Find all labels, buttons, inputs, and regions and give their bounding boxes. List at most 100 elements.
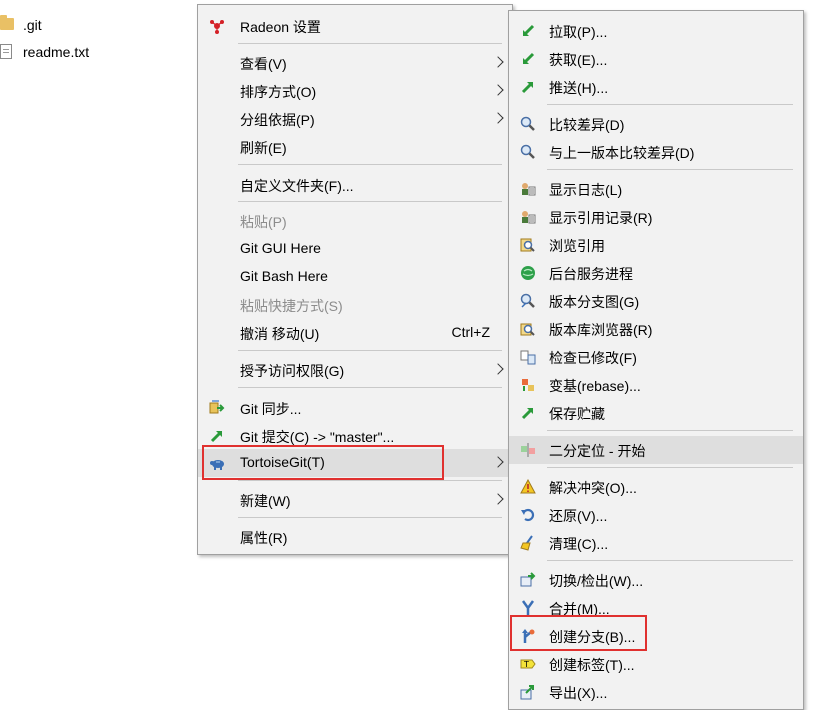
menu-item-label: Git 同步... bbox=[240, 401, 302, 417]
menu-item-sort-by[interactable]: 排序方式(O) bbox=[198, 77, 512, 105]
menu-item-revision-graph[interactable]: 版本分支图(G) bbox=[509, 287, 803, 315]
chevron-right-icon bbox=[492, 56, 504, 68]
chevron-right-icon bbox=[492, 112, 504, 124]
menu-separator bbox=[547, 169, 793, 170]
menu-item-label: 切换/检出(W)... bbox=[549, 573, 644, 589]
menu-item-undo-move[interactable]: 撤消 移动(U) Ctrl+Z bbox=[198, 319, 512, 347]
menu-item-label: 查看(V) bbox=[240, 56, 287, 72]
menu-separator bbox=[238, 387, 502, 388]
menu-item-label: 检查已修改(F) bbox=[549, 350, 637, 366]
menu-item-label: Git 提交(C) -> "master"... bbox=[240, 429, 395, 445]
show-log-icon bbox=[520, 181, 536, 197]
menu-item-label: 清理(C)... bbox=[549, 536, 609, 552]
menu-item-label: 解决冲突(O)... bbox=[549, 480, 637, 496]
menu-item-repo-browser[interactable]: 版本库浏览器(R) bbox=[509, 315, 803, 343]
revision-graph-icon bbox=[520, 293, 536, 309]
menu-item-fetch[interactable]: 获取(E)... bbox=[509, 45, 803, 73]
diff-previous-icon bbox=[520, 144, 536, 160]
diff-icon bbox=[520, 116, 536, 132]
tortoisegit-submenu: 拉取(P)... 获取(E)... 推送(H)... 比较差异(D) 与上一版本… bbox=[508, 10, 804, 710]
menu-item-refresh[interactable]: 刷新(E) bbox=[198, 133, 512, 161]
menu-separator bbox=[547, 104, 793, 105]
menu-item-radeon-settings[interactable]: Radeon 设置 bbox=[198, 12, 512, 40]
menu-separator bbox=[238, 164, 502, 165]
menu-item-customize-folder[interactable]: 自定义文件夹(F)... bbox=[198, 171, 512, 199]
chevron-right-icon bbox=[492, 493, 504, 505]
menu-item-check-modifications[interactable]: 检查已修改(F) bbox=[509, 343, 803, 371]
chevron-right-icon bbox=[492, 84, 504, 96]
revert-icon bbox=[520, 507, 536, 523]
text-file-icon bbox=[0, 44, 14, 60]
menu-item-stash-save[interactable]: 保存贮藏 bbox=[509, 399, 803, 427]
menu-separator bbox=[238, 480, 502, 481]
menu-item-label: 变基(rebase)... bbox=[549, 378, 641, 394]
menu-separator bbox=[238, 350, 502, 351]
menu-item-give-access[interactable]: 授予访问权限(G) bbox=[198, 356, 512, 384]
menu-item-git-gui-here[interactable]: Git GUI Here bbox=[198, 235, 512, 263]
menu-item-reflog[interactable]: 显示引用记录(R) bbox=[509, 203, 803, 231]
menu-item-daemon[interactable]: 后台服务进程 bbox=[509, 259, 803, 287]
menu-item-shortcut: Ctrl+Z bbox=[451, 324, 491, 340]
stash-save-icon bbox=[520, 405, 536, 421]
svg-text:T: T bbox=[523, 660, 529, 669]
file-item-readme[interactable]: readme.txt bbox=[0, 40, 89, 64]
menu-item-switch-checkout[interactable]: 切换/检出(W)... bbox=[509, 566, 803, 594]
file-name: readme.txt bbox=[23, 44, 90, 60]
push-icon bbox=[520, 79, 536, 95]
chevron-right-icon bbox=[492, 363, 504, 375]
create-tag-icon: T bbox=[520, 656, 536, 672]
menu-item-label: 刷新(E) bbox=[240, 140, 287, 156]
menu-item-cleanup[interactable]: 清理(C)... bbox=[509, 529, 803, 557]
repo-browser-icon bbox=[520, 321, 536, 337]
menu-item-show-log[interactable]: 显示日志(L) bbox=[509, 175, 803, 203]
menu-item-label: 与上一版本比较差异(D) bbox=[549, 145, 695, 161]
menu-item-label: 分组依据(P) bbox=[240, 112, 315, 128]
menu-item-label: Radeon 设置 bbox=[240, 19, 321, 35]
menu-item-bisect-start[interactable]: 二分定位 - 开始 bbox=[509, 436, 803, 464]
menu-item-label: 属性(R) bbox=[240, 530, 288, 546]
menu-item-paste-shortcut: 粘贴快捷方式(S) bbox=[198, 291, 512, 319]
menu-separator bbox=[238, 43, 502, 44]
menu-item-label: 新建(W) bbox=[240, 493, 291, 509]
annotation-box-create-branch bbox=[510, 615, 647, 651]
menu-item-view[interactable]: 查看(V) bbox=[198, 49, 512, 77]
menu-item-label: 还原(V)... bbox=[549, 508, 608, 524]
browse-references-icon bbox=[520, 237, 536, 253]
menu-item-pull[interactable]: 拉取(P)... bbox=[509, 17, 803, 45]
menu-item-label: 后台服务进程 bbox=[549, 266, 633, 282]
menu-item-label: 保存贮藏 bbox=[549, 406, 605, 422]
rebase-icon bbox=[520, 377, 536, 393]
menu-item-resolve[interactable]: 解决冲突(O)... bbox=[509, 473, 803, 501]
menu-item-label: 撤消 移动(U) bbox=[240, 326, 320, 342]
menu-item-diff[interactable]: 比较差异(D) bbox=[509, 110, 803, 138]
menu-item-label: 排序方式(O) bbox=[240, 84, 317, 100]
menu-item-label: 授予访问权限(G) bbox=[240, 363, 345, 379]
menu-item-diff-previous[interactable]: 与上一版本比较差异(D) bbox=[509, 138, 803, 166]
pull-icon bbox=[520, 23, 536, 39]
menu-item-new[interactable]: 新建(W) bbox=[198, 486, 512, 514]
folder-icon bbox=[0, 15, 14, 33]
cleanup-icon bbox=[520, 535, 536, 551]
radeon-icon bbox=[209, 18, 225, 34]
menu-separator bbox=[547, 430, 793, 431]
file-item-git-folder[interactable]: .git bbox=[0, 13, 42, 37]
menu-item-git-sync[interactable]: Git 同步... bbox=[198, 394, 512, 422]
menu-item-group-by[interactable]: 分组依据(P) bbox=[198, 105, 512, 133]
menu-item-create-tag[interactable]: T 创建标签(T)... bbox=[509, 650, 803, 678]
menu-item-label: Git GUI Here bbox=[240, 240, 321, 256]
menu-item-git-bash-here[interactable]: Git Bash Here bbox=[198, 263, 512, 291]
menu-item-properties[interactable]: 属性(R) bbox=[198, 523, 512, 551]
menu-item-export[interactable]: 导出(X)... bbox=[509, 678, 803, 706]
menu-item-label: 版本库浏览器(R) bbox=[549, 322, 653, 338]
check-modifications-icon bbox=[520, 349, 536, 365]
menu-item-label: 拉取(P)... bbox=[549, 24, 608, 40]
menu-item-label: 显示日志(L) bbox=[549, 182, 623, 198]
menu-separator bbox=[547, 467, 793, 468]
menu-item-browse-references[interactable]: 浏览引用 bbox=[509, 231, 803, 259]
annotation-box-tortoisegit bbox=[202, 445, 444, 480]
menu-separator bbox=[238, 517, 502, 518]
menu-item-push[interactable]: 推送(H)... bbox=[509, 73, 803, 101]
menu-item-rebase[interactable]: 变基(rebase)... bbox=[509, 371, 803, 399]
git-sync-icon bbox=[209, 400, 225, 416]
menu-item-revert[interactable]: 还原(V)... bbox=[509, 501, 803, 529]
